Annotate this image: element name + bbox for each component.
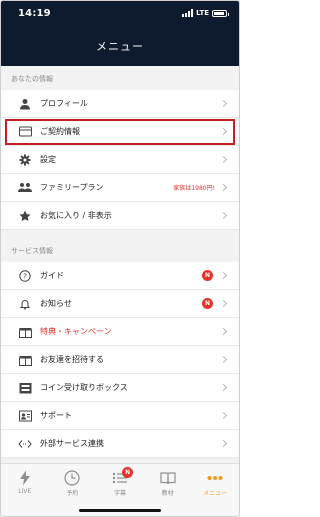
status-time: 14:19 xyxy=(18,8,51,19)
section-gap xyxy=(1,230,239,238)
star-icon xyxy=(18,209,32,223)
menu-item-label: 設定 xyxy=(40,155,56,164)
menu-dots-icon xyxy=(206,470,224,486)
bell-icon xyxy=(18,297,32,311)
tab-label: 字幕 xyxy=(113,490,126,497)
tab-item[interactable]: メニュー xyxy=(191,464,239,516)
new-badge: N xyxy=(202,298,213,309)
tab-label: LIVE xyxy=(18,488,32,495)
bolt-icon xyxy=(16,470,34,486)
menu-item-label: お友達を招待する xyxy=(40,355,104,364)
chevron-right-icon xyxy=(219,327,228,336)
menu-item-label: ガイド xyxy=(40,271,64,280)
link-icon xyxy=(18,437,32,451)
menu-item[interactable]: コイン受け取りボックス xyxy=(1,374,239,402)
menu-item[interactable]: ファミリープラン 家族は1980円! xyxy=(1,174,239,202)
section-header: あなたの情報 xyxy=(1,66,239,90)
chevron-right-icon xyxy=(219,155,228,164)
menu-item[interactable]: お友達を招待する xyxy=(1,346,239,374)
tab-item[interactable]: LIVE xyxy=(1,464,49,516)
menu-item[interactable]: ご契約情報 xyxy=(1,118,239,146)
menu-item[interactable]: 設定 xyxy=(1,146,239,174)
signal-icon xyxy=(182,9,194,17)
gear-icon xyxy=(18,153,32,167)
chevron-right-icon xyxy=(219,299,228,308)
chevron-right-icon xyxy=(219,127,228,136)
chevron-right-icon xyxy=(219,183,228,192)
menu-item-label: お知らせ xyxy=(40,299,72,308)
menu-item-label: ファミリープラン xyxy=(40,183,104,192)
menu-item[interactable]: ? ガイド N xyxy=(1,262,239,290)
person-icon xyxy=(18,97,32,111)
chevron-right-icon xyxy=(219,99,228,108)
menu-item-label: サポート xyxy=(40,411,72,420)
menu-item[interactable]: お知らせ N xyxy=(1,290,239,318)
question-icon: ? xyxy=(18,269,32,283)
menu-item[interactable]: サポート xyxy=(1,402,239,430)
status-indicators: LTE xyxy=(182,9,229,17)
menu-item[interactable]: プロフィール xyxy=(1,90,239,118)
tab-badge: N xyxy=(122,467,134,478)
chevron-right-icon xyxy=(219,383,228,392)
chevron-right-icon xyxy=(219,411,228,420)
new-badge: N xyxy=(202,270,213,281)
chevron-right-icon xyxy=(219,439,228,448)
menu-item-label: 特典・キャンペーン xyxy=(40,327,112,336)
battery-level xyxy=(214,11,224,15)
page-title: メニュー xyxy=(96,40,144,53)
menu-item[interactable]: お気に入り / 非表示 xyxy=(1,202,239,230)
clock-icon xyxy=(63,470,81,486)
battery-icon xyxy=(212,9,229,17)
chevron-right-icon xyxy=(219,271,228,280)
home-indicator xyxy=(79,509,161,512)
menu-item[interactable]: 特典・キャンペーン xyxy=(1,318,239,346)
nav-bar: メニュー xyxy=(1,27,239,66)
tab-label: 教材 xyxy=(161,490,174,497)
coin-box-icon xyxy=(18,381,32,395)
app-frame: 14:19 LTE メニュー あなたの情報プロフィール ご契約情報設定ファミリープ… xyxy=(0,0,240,517)
status-bar: 14:19 LTE xyxy=(1,1,239,27)
tab-label: 予約 xyxy=(66,490,79,497)
menu-item[interactable]: 外部サービス連携 xyxy=(1,430,239,458)
menu-list: あなたの情報プロフィール ご契約情報設定ファミリープラン 家族は1980円! お気に入… xyxy=(1,66,239,458)
invite-icon xyxy=(18,353,32,367)
section-header: サービス情報 xyxy=(1,238,239,262)
book-icon xyxy=(159,470,177,486)
menu-item-label: お気に入り / 非表示 xyxy=(40,211,112,220)
menu-item-label: ご契約情報 xyxy=(40,127,80,136)
menu-item-label: 外部サービス連携 xyxy=(40,439,104,448)
network-label: LTE xyxy=(196,9,209,17)
menu-item-label: コイン受け取りボックス xyxy=(40,383,128,392)
tab-label: メニュー xyxy=(203,490,228,497)
chevron-right-icon xyxy=(219,211,228,220)
gift-icon xyxy=(18,325,32,339)
promo-text: 家族は1980円! xyxy=(173,185,215,192)
chevron-right-icon xyxy=(219,355,228,364)
support-icon xyxy=(18,409,32,423)
menu-item-label: プロフィール xyxy=(40,99,88,108)
card-icon xyxy=(18,125,32,139)
family-icon xyxy=(18,181,32,195)
svg-text:?: ? xyxy=(23,272,27,280)
